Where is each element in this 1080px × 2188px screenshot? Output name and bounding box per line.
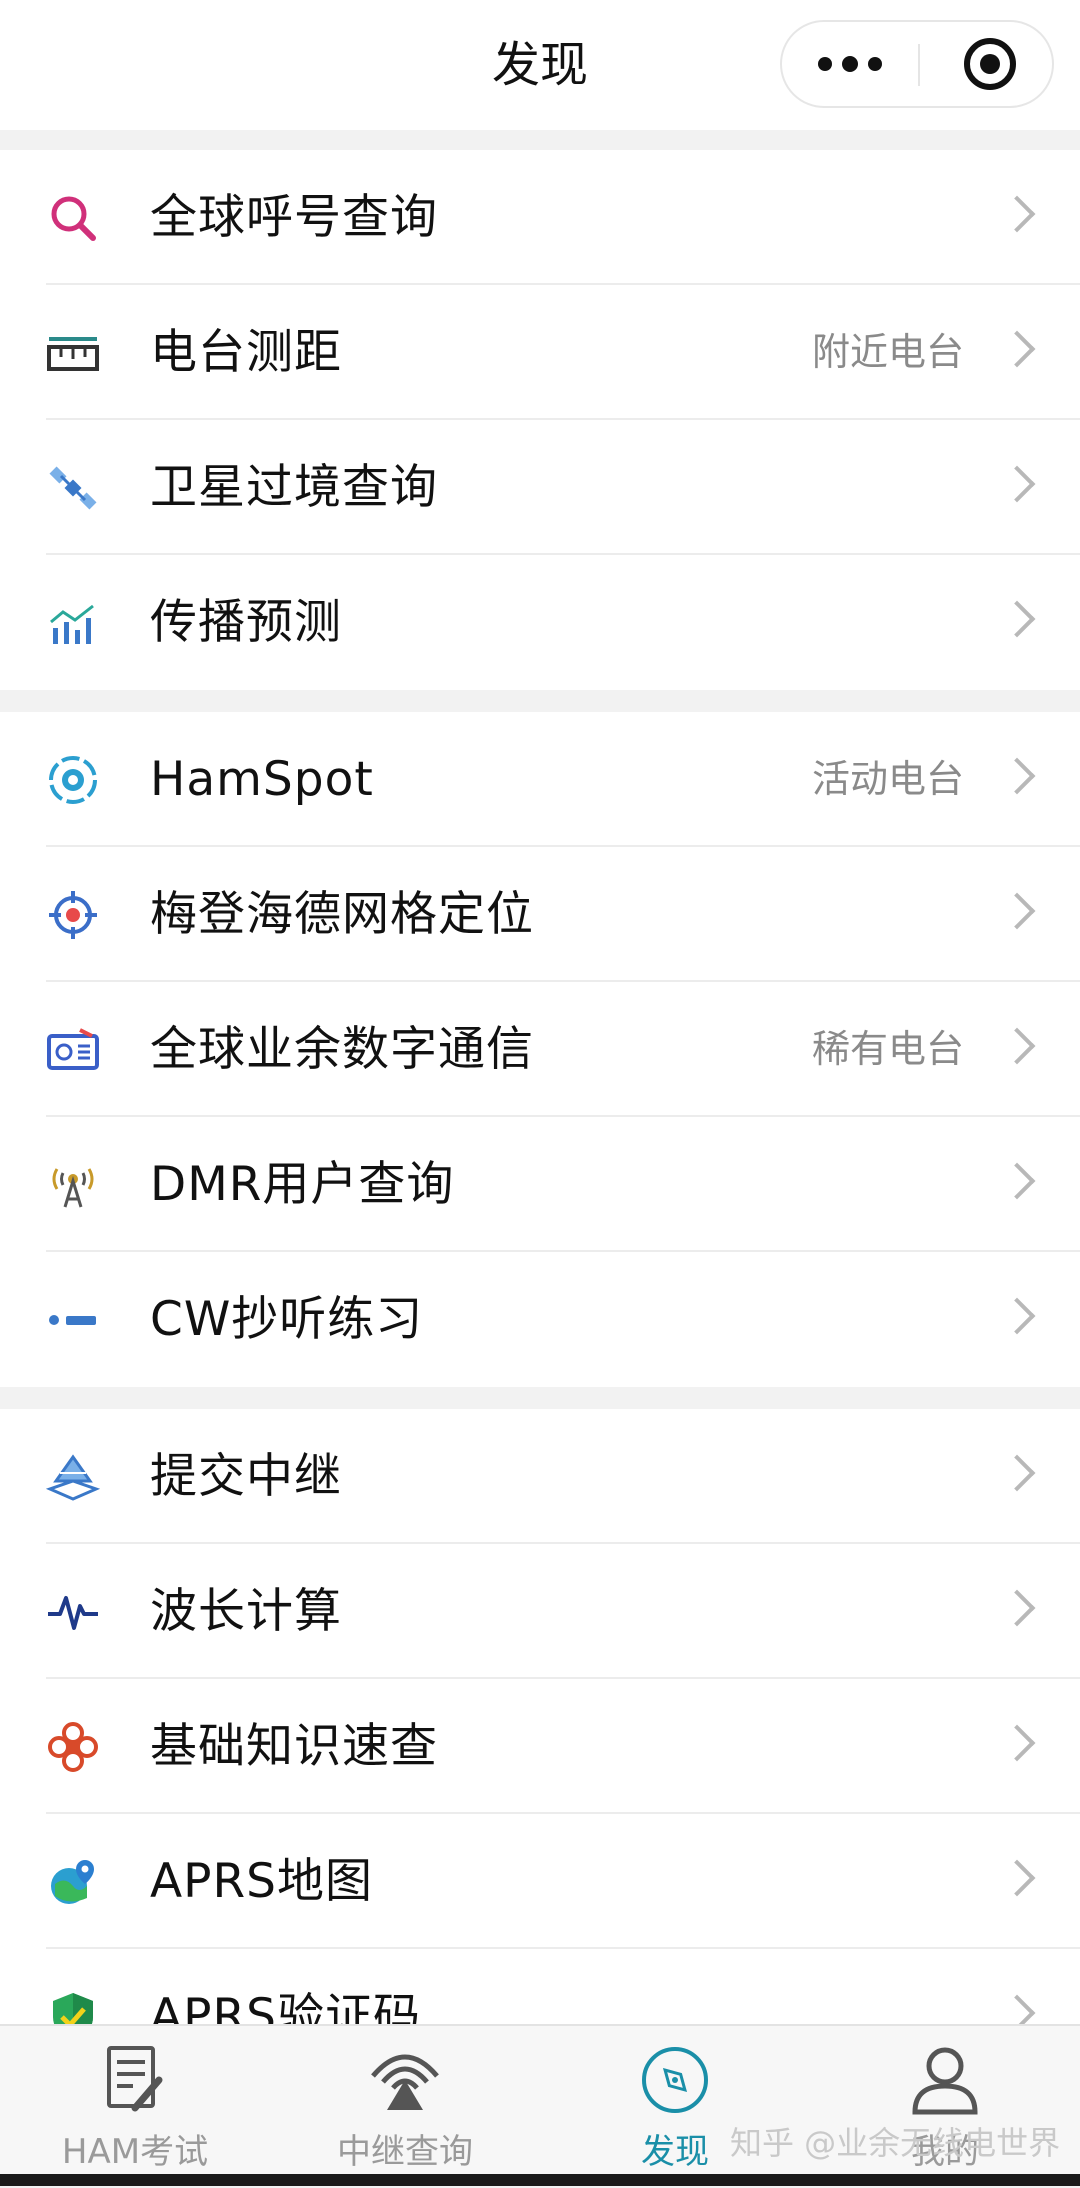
tab-ham-exam[interactable]: HAM考试 — [40, 2026, 230, 2188]
menu-item-label: 传播预测 — [150, 595, 342, 650]
menu-item-basic-knowledge[interactable]: 基础知识速查 — [0, 1679, 1080, 1814]
menu-item-label: 全球业余数字通信 — [150, 1022, 534, 1077]
menu-item-propagation[interactable]: 传播预测 — [0, 555, 1080, 690]
shield-icon — [44, 1993, 102, 2024]
tab-label: HAM考试 — [61, 2132, 209, 2172]
satellite-icon — [44, 464, 102, 512]
menu-item-label: APRS验证码 — [150, 1989, 421, 2024]
watermark: 知乎 @业余无线电世界 — [730, 2124, 1061, 2162]
chevron-right-icon — [998, 1589, 1036, 1627]
menu-item-label: 梅登海德网格定位 — [150, 887, 534, 942]
close-miniprogram-button[interactable] — [964, 38, 1016, 90]
chevron-right-icon — [998, 1454, 1036, 1492]
nav-bar: 发现 — [0, 0, 1080, 130]
menu-item-label: 电台测距 — [150, 325, 342, 380]
menu-item-label: CW抄听练习 — [150, 1292, 424, 1347]
menu-item-wavelength-calc[interactable]: 波长计算 — [0, 1544, 1080, 1679]
menu-item-extra: 活动电台 — [811, 757, 964, 801]
chevron-right-icon — [998, 1724, 1036, 1762]
tab-label: 发现 — [641, 2132, 709, 2172]
menu-item-label: 波长计算 — [150, 1584, 342, 1639]
waveform-icon — [44, 1588, 102, 1636]
menu-item-dmr-lookup[interactable]: DMR用户查询 — [0, 1117, 1080, 1252]
chevron-right-icon — [998, 757, 1036, 795]
menu-group-2: HamSpot 活动电台 梅登海德网格定位 全球业余数字通信 稀有电台 DMR用… — [0, 712, 1080, 1387]
antenna-icon — [44, 1161, 102, 1209]
menu-item-label: DMR用户查询 — [150, 1157, 455, 1212]
compass-icon — [635, 2044, 715, 2116]
menu-item-hamspot[interactable]: HamSpot 活动电台 — [0, 712, 1080, 847]
menu-item-label: 全球呼号查询 — [150, 190, 438, 245]
menu-group-1: 全球呼号查询 电台测距 附近电台 卫星过境查询 传播预测 — [0, 150, 1080, 690]
home-indicator — [0, 2174, 1080, 2186]
menu-item-cw-practice[interactable]: CW抄听练习 — [0, 1252, 1080, 1387]
chevron-right-icon — [998, 1027, 1036, 1065]
chevron-right-icon — [998, 1994, 1036, 2024]
ruler-icon — [44, 329, 102, 377]
tab-label: 中继查询 — [337, 2132, 473, 2172]
menu-item-station-distance[interactable]: 电台测距 附近电台 — [0, 285, 1080, 420]
more-button[interactable] — [782, 22, 918, 106]
crosshair-icon — [44, 891, 102, 939]
chevron-right-icon — [998, 1162, 1036, 1200]
globe-icon — [44, 1858, 102, 1906]
search-icon — [44, 194, 102, 242]
radio-icon — [44, 1026, 102, 1074]
chevron-right-icon — [998, 1859, 1036, 1897]
menu-item-aprs-passcode[interactable]: APRS验证码 — [0, 1949, 1080, 2024]
menu-item-extra: 附近电台 — [811, 330, 964, 374]
chevron-right-icon — [998, 465, 1036, 503]
chevron-right-icon — [998, 600, 1036, 638]
user-icon — [905, 2044, 985, 2116]
menu-item-label: 提交中继 — [150, 1449, 342, 1504]
flower-icon — [44, 1722, 102, 1772]
target-icon — [44, 756, 102, 804]
more-dots-icon — [818, 57, 832, 71]
chevron-right-icon — [998, 330, 1036, 368]
layers-icon — [44, 1453, 102, 1501]
chevron-right-icon — [998, 195, 1036, 233]
menu-group-3: 提交中继 波长计算 基础知识速查 APRS地图 APRS验证码 — [0, 1409, 1080, 2024]
menu-item-satellite-pass[interactable]: 卫星过境查询 — [0, 420, 1080, 555]
chart-icon — [44, 599, 102, 647]
mini-program-capsule — [780, 20, 1054, 108]
menu-item-extra: 稀有电台 — [811, 1027, 964, 1071]
menu-item-submit-repeater[interactable]: 提交中继 — [0, 1409, 1080, 1544]
menu-item-label: HamSpot — [150, 752, 374, 807]
menu-item-aprs-map[interactable]: APRS地图 — [0, 1814, 1080, 1949]
tab-repeater-lookup[interactable]: 中继查询 — [320, 2026, 490, 2188]
menu-item-digital-comms[interactable]: 全球业余数字通信 稀有电台 — [0, 982, 1080, 1117]
tab-discover[interactable]: 发现 — [620, 2026, 730, 2188]
menu-item-maidenhead-grid[interactable]: 梅登海德网格定位 — [0, 847, 1080, 982]
menu-item-label: 卫星过境查询 — [150, 460, 438, 515]
chevron-right-icon — [998, 892, 1036, 930]
signal-tower-icon — [365, 2044, 445, 2116]
morse-icon — [44, 1296, 102, 1344]
menu-item-label: APRS地图 — [150, 1854, 373, 1909]
exam-paper-icon — [95, 2044, 175, 2116]
menu-item-label: 基础知识速查 — [150, 1719, 438, 1774]
chevron-right-icon — [998, 1297, 1036, 1335]
menu-item-callsign-lookup[interactable]: 全球呼号查询 — [0, 150, 1080, 285]
